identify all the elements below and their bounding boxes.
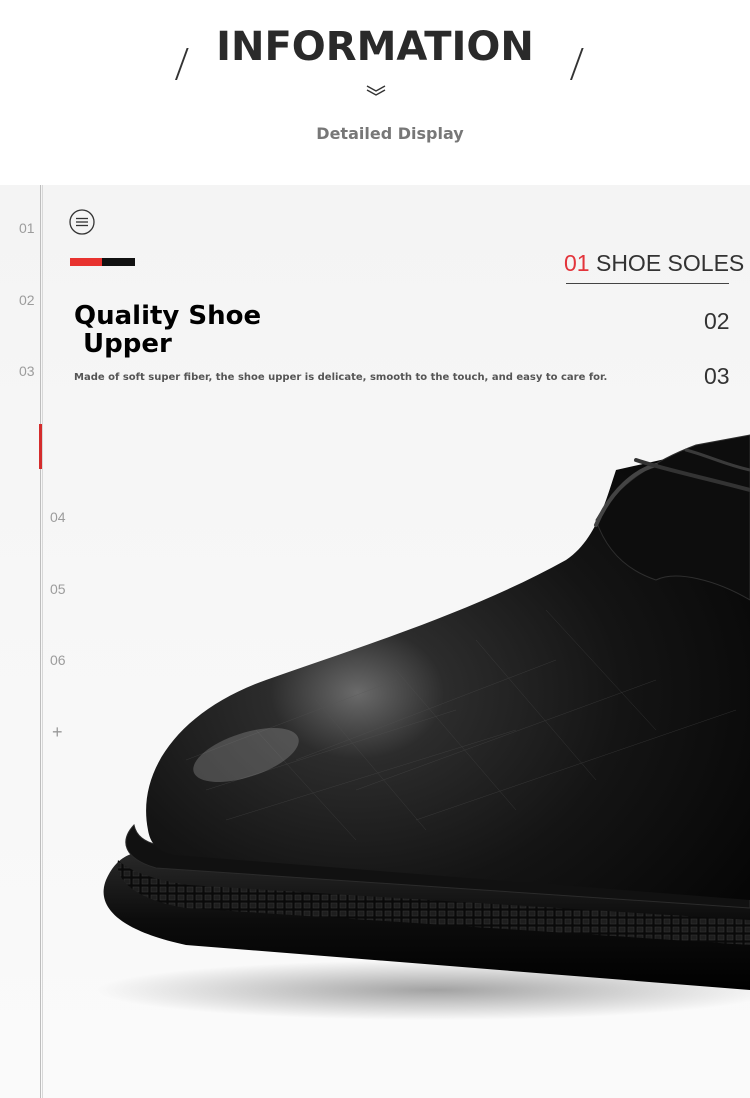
tab-shoe-soles-label: SHOE SOLES xyxy=(595,250,745,276)
slash-decoration-right xyxy=(563,48,579,80)
feature-heading-line2: Upper xyxy=(83,329,172,359)
side-nav-rail-shadow xyxy=(42,185,43,1098)
side-nav-more-button[interactable]: + xyxy=(52,722,63,743)
tab-03[interactable]: 03 xyxy=(704,363,730,390)
feature-heading: Quality Shoe Upper xyxy=(74,302,334,358)
accent-bar-black xyxy=(102,258,135,266)
side-nav-item-05[interactable]: 05 xyxy=(50,581,66,597)
feature-heading-line1: Quality Shoe xyxy=(74,301,262,331)
tab-shoe-soles-number: 01 xyxy=(564,250,590,276)
side-nav-item-03[interactable]: 03 xyxy=(19,363,35,379)
tab-active-underline xyxy=(566,283,729,284)
menu-icon[interactable] xyxy=(69,209,95,235)
side-nav-item-06[interactable]: 06 xyxy=(50,652,66,668)
side-nav-item-02[interactable]: 02 xyxy=(19,292,35,308)
tab-02[interactable]: 02 xyxy=(704,308,730,335)
shoe-image xyxy=(96,434,750,1020)
accent-bar-red xyxy=(70,258,102,266)
side-nav-item-01[interactable]: 01 xyxy=(19,220,35,236)
page-title: INFORMATION xyxy=(216,24,534,70)
side-nav-item-04[interactable]: 04 xyxy=(50,509,66,525)
page-header: INFORMATION Detailed Display xyxy=(0,0,750,185)
side-nav-active-indicator xyxy=(39,424,42,469)
page-subtitle: Detailed Display xyxy=(316,124,464,143)
double-chevron-down-icon xyxy=(366,85,386,96)
side-nav-rail xyxy=(40,185,41,1098)
tab-shoe-soles[interactable]: 01 SHOE SOLES xyxy=(564,250,744,277)
feature-description: Made of soft super fiber, the shoe upper… xyxy=(74,372,608,383)
